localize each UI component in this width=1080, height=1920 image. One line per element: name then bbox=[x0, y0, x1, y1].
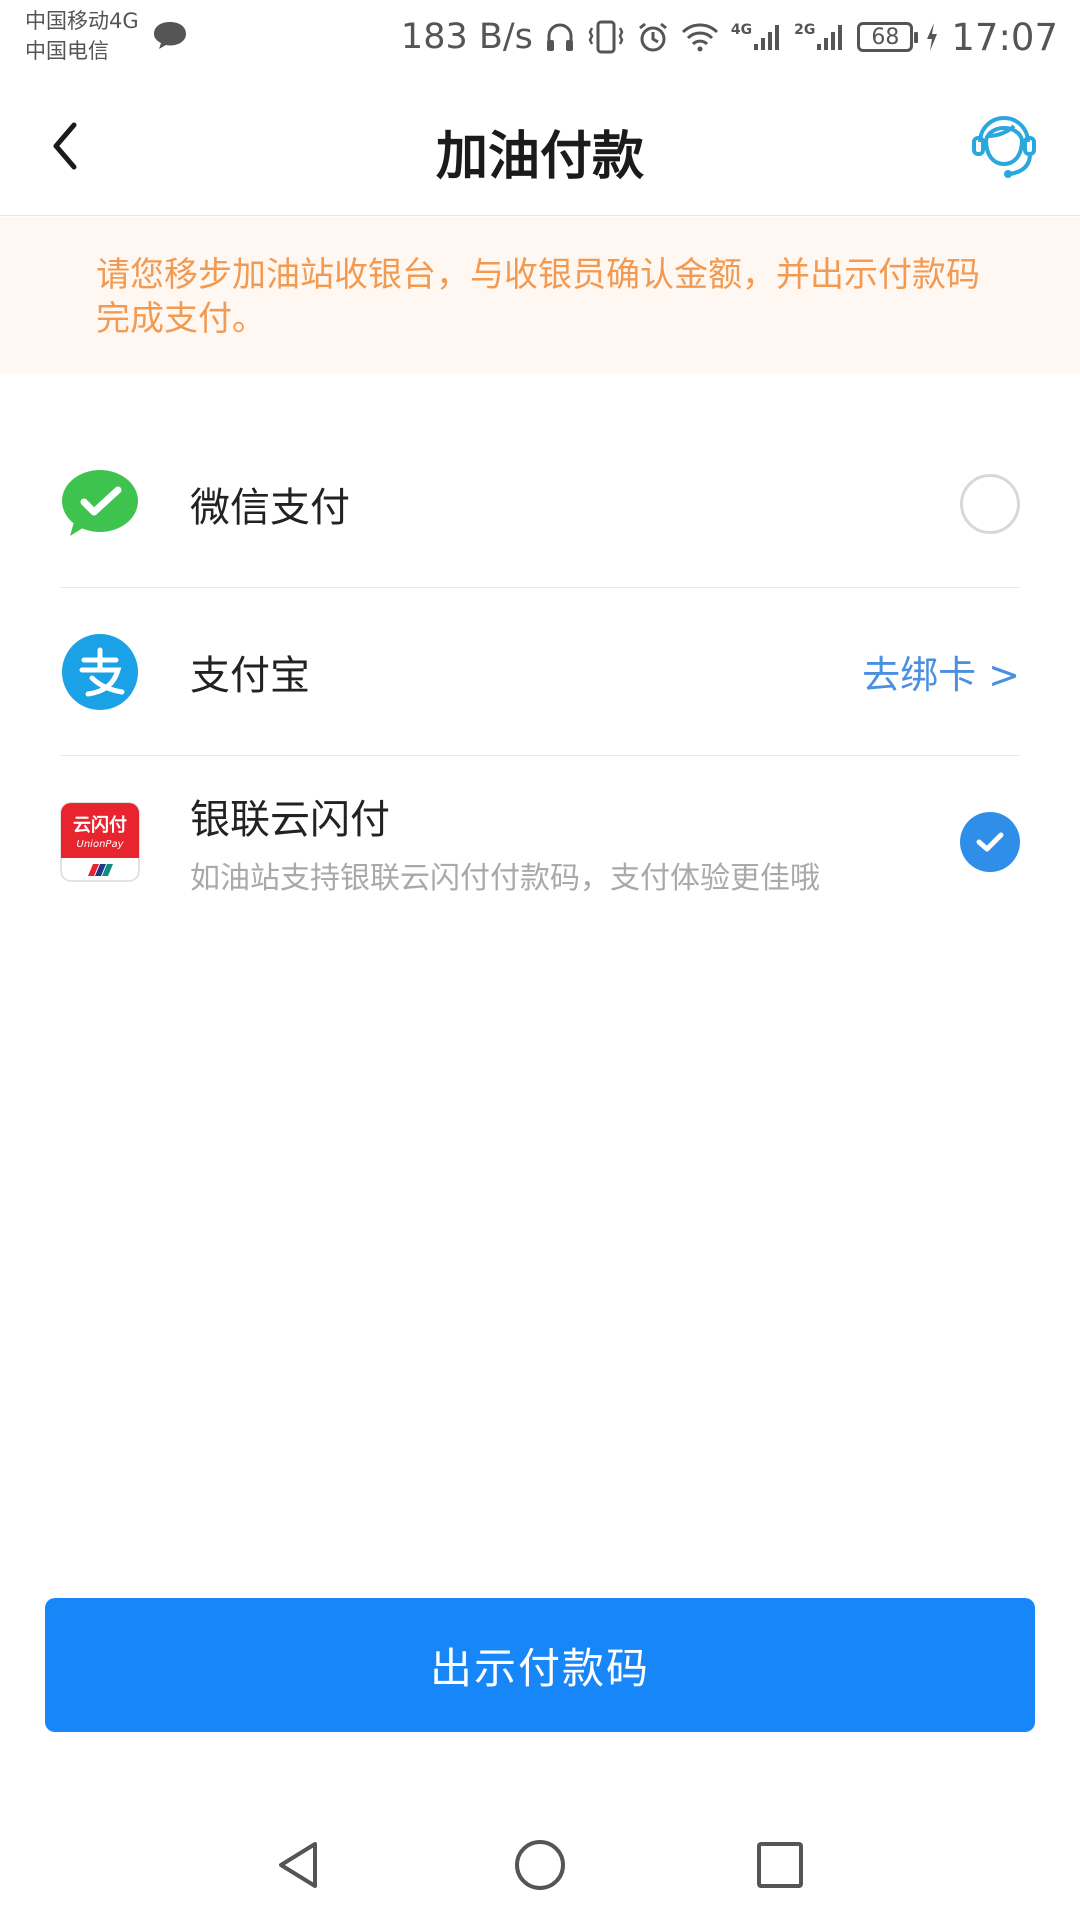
charging-icon bbox=[927, 23, 938, 51]
payment-option-text: 支付宝 bbox=[190, 643, 310, 701]
network-type-4g-label: 4G bbox=[730, 22, 753, 38]
payment-option-wechat[interactable]: 微信支付 bbox=[60, 420, 1020, 588]
customer-service-icon bbox=[972, 116, 1036, 178]
signal-strength-icon bbox=[754, 25, 780, 50]
customer-service-button[interactable] bbox=[964, 104, 1044, 184]
payment-option-subtitle: 如油站支持银联云闪付付款码，支付体验更佳哦 bbox=[190, 861, 820, 896]
carrier-1-label: 中国移动4G bbox=[25, 9, 139, 33]
clock: 17:07 bbox=[951, 15, 1058, 59]
carrier-2-label: 中国电信 bbox=[25, 39, 109, 63]
app-header: 加油付款 bbox=[0, 76, 1080, 216]
unionpay-logo-text: 云闪付 bbox=[73, 814, 127, 836]
battery-indicator: 68 bbox=[857, 22, 919, 52]
payment-option-name: 支付宝 bbox=[190, 652, 310, 699]
nav-home-icon[interactable] bbox=[505, 1830, 575, 1900]
payment-notice: 请您移步加油站收银台，与收银员确认金额，并出示付款码完成支付。 bbox=[0, 217, 1080, 373]
message-bubble-icon bbox=[154, 22, 186, 49]
signal-4g: 4G bbox=[731, 22, 782, 52]
network-type-2g-label: 2G bbox=[794, 22, 816, 38]
checkmark-icon bbox=[976, 832, 1004, 852]
network-speed: 183 B/s bbox=[400, 17, 533, 57]
payment-option-unionpay[interactable]: 云闪付 UnionPay 银联云闪付 如油站支持银联云闪付付款码，支付体验更佳哦 bbox=[60, 756, 1020, 928]
carrier-info: 中国移动4G 中国电信 bbox=[25, 6, 139, 66]
payment-option-name: 银联云闪付 bbox=[190, 797, 390, 843]
payment-option-text: 银联云闪付 如油站支持银联云闪付付款码，支付体验更佳哦 bbox=[190, 787, 820, 897]
wifi-icon bbox=[681, 23, 718, 52]
nav-recents-icon[interactable] bbox=[745, 1830, 815, 1900]
wechat-pay-icon bbox=[62, 469, 138, 536]
headphones-icon bbox=[546, 23, 573, 51]
page-title: 加油付款 bbox=[435, 127, 644, 187]
status-indicators: 183 B/s 4G 2G 68 17:07 bbox=[401, 12, 1058, 62]
battery-level: 68 bbox=[871, 24, 900, 50]
system-nav-bar bbox=[0, 1810, 1080, 1920]
alipay-icon bbox=[62, 633, 138, 710]
show-payment-code-button[interactable]: 出示付款码 bbox=[45, 1598, 1035, 1732]
unionpay-logo-subtext: UnionPay bbox=[77, 839, 125, 850]
signal-strength-icon bbox=[817, 25, 843, 50]
payment-option-alipay[interactable]: 支付宝 去绑卡 > bbox=[60, 588, 1020, 756]
status-bar: 中国移动4G 中国电信 183 B/s 4G 2G 68 17:07 bbox=[0, 0, 1080, 76]
radio-unchecked[interactable] bbox=[960, 473, 1020, 534]
vibrate-icon bbox=[588, 20, 624, 54]
radio-checked[interactable] bbox=[960, 812, 1020, 872]
payment-option-text: 微信支付 bbox=[190, 475, 350, 533]
nav-back-icon[interactable] bbox=[265, 1830, 335, 1900]
payment-method-list: 微信支付 支付宝 去绑卡 > 云闪付 UnionPay 银联云闪付 如油站支持银… bbox=[60, 420, 1020, 928]
bind-card-link[interactable]: 去绑卡 > bbox=[862, 644, 1020, 699]
signal-2g: 2G bbox=[794, 22, 845, 52]
payment-option-name: 微信支付 bbox=[190, 484, 350, 531]
unionpay-icon: 云闪付 UnionPay bbox=[60, 802, 140, 882]
alarm-icon bbox=[638, 22, 667, 52]
